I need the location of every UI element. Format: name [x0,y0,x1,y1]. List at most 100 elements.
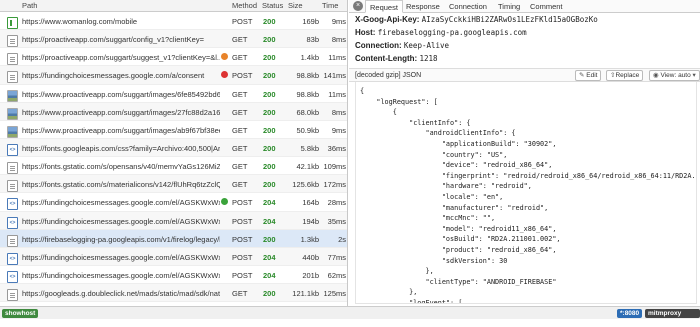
flow-method: GET [232,289,248,299]
flow-row[interactable]: https://www.proactiveapp.com/suggart/ima… [0,102,347,121]
tab-response[interactable]: Response [406,2,440,11]
flow-row[interactable]: https://firebaselogging-pa.googleapis.co… [0,229,347,248]
json-body-viewer[interactable]: { "logRequest": [ { "clientInfo": { "and… [355,82,697,304]
content-type-icon [7,289,18,302]
flow-row[interactable]: https://fonts.googleapis.com/css?family=… [0,138,347,158]
flow-list-header: Path Method Status Size Time [0,0,347,12]
flow-url: https://fundingchoicesmessages.google.co… [22,216,220,226]
flow-row[interactable]: https://www.proactiveapp.com/suggart/ima… [0,121,347,139]
flow-size: 50.9kb [296,125,319,135]
flow-status: 204 [263,198,276,208]
flow-size: 201b [302,270,319,280]
col-status[interactable]: Status [262,1,283,10]
col-size[interactable]: Size [288,1,303,10]
flow-row[interactable]: https://fundingchoicesmessages.google.co… [0,211,347,230]
flow-method: GET [232,180,248,190]
flow-row[interactable]: https://fonts.gstatic.com/s/materialicon… [0,175,347,194]
flow-status: 200 [263,53,276,63]
json-line: "country": "US", [360,150,508,159]
flow-method: POST [232,71,253,81]
flow-marker-icon [221,198,228,206]
flow-url: https://fonts.gstatic.com/s/materialicon… [22,180,220,190]
flow-row[interactable]: https://www.womanlog.com/mobile POST 200 16… [0,12,347,31]
json-line: }, [360,288,418,297]
edit-button[interactable]: ✎ Edit [575,70,602,81]
flow-row[interactable]: https://proactiveapp.com/suggart/suggest… [0,48,347,67]
header-name: X-Goog-Api-Key: [355,15,420,24]
flow-url: https://firebaselogging-pa.googleapis.co… [22,234,220,244]
json-line: "manufacturer": "redroid", [360,203,549,212]
flow-method: POST [232,270,253,280]
col-method[interactable]: Method [232,1,257,10]
json-line: "logEvent": [ [360,298,463,304]
flow-list[interactable]: Path Method Status Size Time https://www… [0,0,348,306]
col-time[interactable]: Time [322,1,338,10]
flow-method: POST [232,198,253,208]
json-line: "osBuild": "RD2A.211001.002", [360,235,561,244]
edit-icon: ✎ [579,72,585,79]
close-icon[interactable]: × [353,1,363,11]
flow-time: 77ms [327,252,346,262]
content-type-icon [7,270,18,283]
tab-connection[interactable]: Connection [449,2,487,11]
header-name: Content-Length: [355,54,418,63]
col-path[interactable]: Path [22,1,37,10]
view-mode-dropdown[interactable]: ◉ View: auto ▾ [649,70,700,81]
flow-row[interactable]: https://fundingchoicesmessages.google.co… [0,66,347,85]
flow-status: 200 [263,71,276,81]
flow-size: 121.1kb [292,289,319,299]
tab-comment[interactable]: Comment [530,2,563,11]
flow-status: 200 [263,289,276,299]
header-value: 1218 [419,54,438,63]
json-line: "hardware": "redroid", [360,182,532,191]
tab-timing[interactable]: Timing [498,2,520,11]
json-line: "androidClientInfo": { [360,129,516,138]
flow-url: https://www.proactiveapp.com/suggart/ima… [22,125,220,135]
json-line: "fingerprint": "redroid/redroid_x86_64/r… [360,171,697,180]
replace-button[interactable]: ⇧Replace [606,70,644,81]
flow-row[interactable]: https://fundingchoicesmessages.google.co… [0,193,347,212]
flow-time: 35ms [327,216,346,226]
flow-size: 83b [306,35,319,45]
flow-time: 36ms [327,143,346,153]
flow-time: 9ms [331,125,346,135]
flow-time: 62ms [327,270,346,280]
flow-marker-icon [221,71,228,79]
flow-detail-panel: × Request Response Connection Timing Com… [349,0,700,306]
json-line: "device": "redroid_x86_64", [360,161,553,170]
flow-row[interactable]: https://proactiveapp.com/suggart/config_… [0,30,347,49]
flow-row[interactable]: https://googleads.g.doubleclick.net/mads… [0,284,347,303]
body-toolbar: [decoded gzip] JSON ✎ Edit ⇧Replace ◉ Vi… [349,68,700,82]
json-line: "clientInfo": { [360,118,471,127]
json-line: "locale": "en", [360,192,504,201]
flow-url: https://fundingchoicesmessages.google.co… [22,198,220,208]
flow-marker-icon [221,53,228,61]
flow-method: POST [232,252,253,262]
flow-status: 204 [263,216,276,226]
flow-time: 28ms [327,198,346,208]
eye-icon: ◉ [653,72,659,79]
flow-url: https://proactiveapp.com/suggart/config_… [22,35,204,45]
flow-url: https://googleads.g.doubleclick.net/mads… [22,289,220,299]
flow-size: 169b [302,17,319,26]
tab-request[interactable]: Request [365,0,403,13]
content-type-icon [7,234,18,247]
json-line: "product": "redroid_x86_64", [360,245,557,254]
flow-row[interactable]: https://fundingchoicesmessages.google.co… [0,247,347,266]
flow-size: 440b [302,252,319,262]
flow-method: POST [232,234,253,244]
content-type-icon [7,143,18,156]
flow-row[interactable]: https://www.proactiveapp.com/suggart/ima… [0,85,347,103]
content-type-icon [7,17,18,29]
content-type-icon [7,125,18,138]
flow-status: 200 [263,89,276,99]
content-type-icon [7,71,18,84]
flow-rows: https://www.womanlog.com/mobile POST 200 16… [0,12,347,306]
content-type-icon [7,198,18,211]
flow-row[interactable]: https://fonts.gstatic.com/s/opensans/v40… [0,157,347,176]
content-type-icon [7,107,18,120]
flow-row[interactable]: https://fundingchoicesmessages.google.co… [0,266,347,285]
view-mode-label: View: auto [660,72,691,79]
flow-size: 98.8kb [296,71,319,81]
flow-method: GET [232,125,248,135]
